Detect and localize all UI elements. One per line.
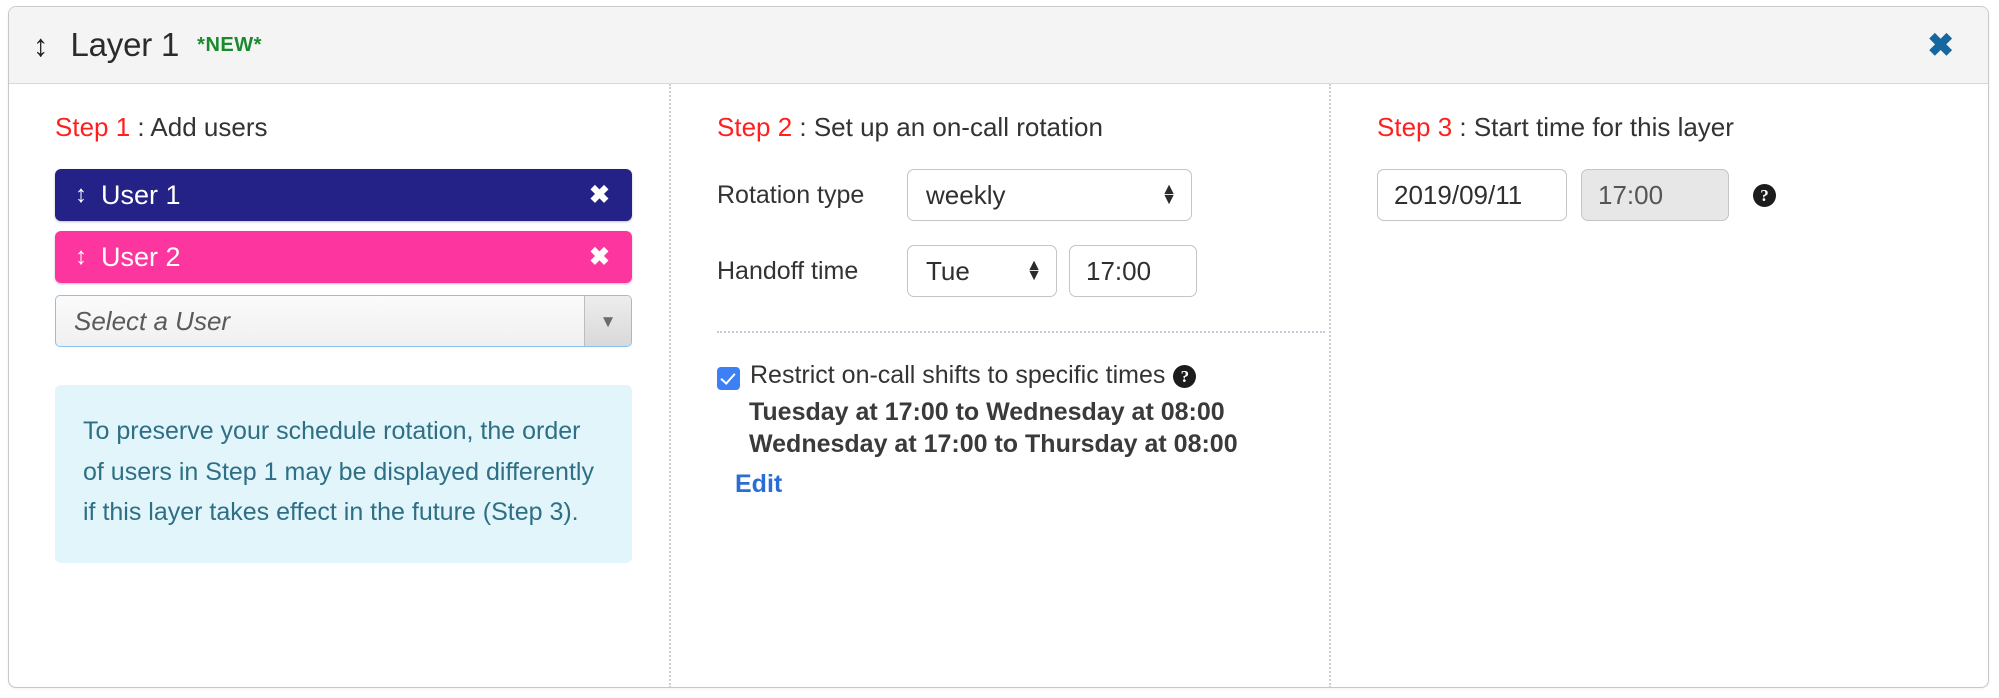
user-name: User 2 (101, 241, 181, 272)
step2-separator: : (792, 112, 814, 142)
layer-title: Layer 1 (70, 26, 180, 63)
layer-card: ↕ Layer 1 *NEW* ✖ Step 1 : Add users ↕ U… (8, 6, 1989, 688)
restrict-shifts-checkbox[interactable] (717, 367, 740, 390)
start-time-row: ? (1377, 169, 1956, 221)
rotation-type-row: Rotation type weekly ▲ ▼ (717, 169, 1297, 221)
start-date-input[interactable] (1377, 169, 1567, 221)
help-icon[interactable]: ? (1753, 183, 1776, 207)
user-list: ↕ User 1 ✖ ↕ User 2 ✖ (55, 169, 637, 283)
remove-user-button[interactable]: ✖ (581, 244, 618, 270)
rotation-type-value: weekly (926, 179, 1006, 210)
layer-header: ↕ Layer 1 *NEW* ✖ (9, 7, 1988, 84)
remove-user-button[interactable]: ✖ (581, 182, 618, 208)
help-icon[interactable]: ? (1173, 365, 1197, 388)
stepper-arrows-icon: ▲ ▼ (1026, 257, 1042, 284)
user-name: User 1 (101, 179, 181, 210)
steps-columns: Step 1 : Add users ↕ User 1 ✖ ↕ User 2 ✖… (9, 84, 1988, 687)
rotation-type-label: Rotation type (717, 180, 865, 209)
handoff-day-select[interactable]: Tue ▲ ▼ (907, 245, 1057, 297)
drag-vertical-icon[interactable]: ↕ (75, 245, 87, 269)
handoff-time-row: Handoff time Tue ▲ ▼ (717, 245, 1297, 297)
step3-column: Step 3 : Start time for this layer ? (1329, 84, 1988, 687)
handoff-time-input[interactable] (1069, 245, 1197, 297)
restriction-item: Tuesday at 17:00 to Wednesday at 08:00 (749, 398, 1225, 426)
step2-title: Set up an on-call rotation (813, 112, 1103, 142)
restrict-shifts-text: Restrict on-call shifts to specific time… (750, 361, 1166, 389)
step1-label: Step 1 (55, 112, 131, 142)
schedule-rotation-info: To preserve your schedule rotation, the … (55, 385, 632, 563)
select-user-placeholder: Select a User (74, 305, 231, 336)
step3-label: Step 3 (1377, 112, 1453, 142)
select-user-dropdown[interactable]: Select a User ▼ (55, 295, 632, 347)
new-badge: *NEW* (197, 33, 262, 56)
chevron-down-icon[interactable]: ▼ (584, 296, 631, 346)
user-chip[interactable]: ↕ User 2 ✖ (55, 231, 632, 283)
rotation-type-select[interactable]: weekly ▲ ▼ (907, 169, 1192, 221)
handoff-time-label: Handoff time (717, 256, 859, 285)
step3-heading: Step 3 : Start time for this layer (1377, 112, 1956, 143)
stepper-arrows-icon: ▲ ▼ (1161, 181, 1177, 208)
step1-heading: Step 1 : Add users (55, 112, 637, 143)
close-button[interactable]: ✖ (1921, 25, 1960, 65)
restrict-shifts-row: Restrict on-call shifts to specific time… (717, 361, 1297, 390)
drag-vertical-icon[interactable]: ↕ (33, 30, 49, 61)
step1-column: Step 1 : Add users ↕ User 1 ✖ ↕ User 2 ✖… (9, 84, 669, 687)
drag-vertical-icon[interactable]: ↕ (75, 183, 87, 207)
edit-restrictions-link[interactable]: Edit (735, 470, 782, 499)
step1-title: Add users (150, 112, 268, 142)
section-divider (717, 331, 1325, 333)
step2-label: Step 2 (717, 112, 793, 142)
step3-title: Start time for this layer (1473, 112, 1734, 142)
start-time-input[interactable] (1581, 169, 1729, 221)
restriction-list: Tuesday at 17:00 to Wednesday at 08:00 W… (749, 396, 1297, 460)
user-chip[interactable]: ↕ User 1 ✖ (55, 169, 632, 221)
step2-column: Step 2 : Set up an on-call rotation Rota… (669, 84, 1329, 687)
handoff-day-value: Tue (926, 255, 970, 286)
step1-separator: : (130, 112, 151, 142)
step2-heading: Step 2 : Set up an on-call rotation (717, 112, 1297, 143)
chevron-down-glyph: ▼ (599, 311, 617, 331)
step3-separator: : (1452, 112, 1474, 142)
restrict-shifts-label: Restrict on-call shifts to specific time… (750, 361, 1197, 390)
restriction-item: Wednesday at 17:00 to Thursday at 08:00 (749, 430, 1238, 458)
